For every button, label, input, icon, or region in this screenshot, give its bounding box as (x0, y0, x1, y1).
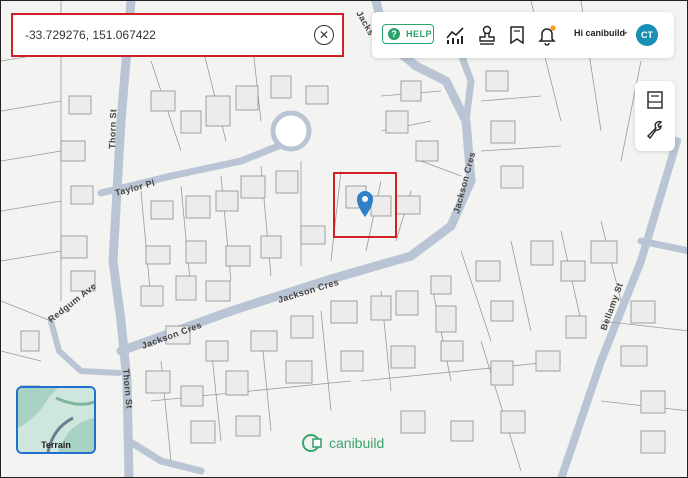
chevron-down-icon[interactable]: ⌄ (621, 26, 629, 37)
analytics-chart-icon[interactable] (444, 24, 466, 46)
terrain-label: Terrain (41, 440, 71, 450)
clear-search-button[interactable]: ✕ (314, 25, 334, 45)
top-toolbar: ? HELP Hi canibuild ⌄ CT (372, 12, 674, 58)
user-greeting[interactable]: Hi canibuild (574, 28, 625, 38)
watermark-text: canibuild (329, 435, 385, 451)
help-label: HELP (406, 29, 433, 39)
street-label-thorn-st: Thorn St (107, 109, 118, 150)
cul-de-sac (270, 110, 312, 152)
map-canvas[interactable]: Thorn St Taylor Pl Jackson Cres Jackson … (1, 1, 688, 478)
bookmark-icon[interactable] (506, 24, 528, 46)
road-south (125, 437, 205, 475)
close-icon: ✕ (318, 28, 330, 42)
canibuild-watermark: canibuild (301, 433, 384, 453)
help-button[interactable]: ? HELP (382, 24, 434, 44)
help-icon: ? (388, 28, 400, 40)
terrain-layer-button[interactable]: Terrain (16, 386, 96, 454)
road-redgum-ave (48, 318, 122, 376)
avatar[interactable]: CT (636, 24, 658, 46)
notification-bell-icon[interactable] (536, 24, 558, 46)
layers-panel-icon[interactable] (645, 90, 665, 110)
wrench-tool-icon[interactable] (645, 119, 665, 139)
side-toolbar (635, 81, 675, 151)
canibuild-logo-icon (302, 434, 322, 452)
street-label-jackson-cres-west: Jackson Cres (140, 320, 203, 351)
stamp-icon[interactable] (476, 24, 498, 46)
map-view[interactable]: Thorn St Taylor Pl Jackson Cres Jackson … (0, 0, 688, 478)
search-box[interactable]: -33.729276, 151.067422 ✕ (11, 13, 344, 57)
search-input[interactable]: -33.729276, 151.067422 (25, 28, 314, 42)
